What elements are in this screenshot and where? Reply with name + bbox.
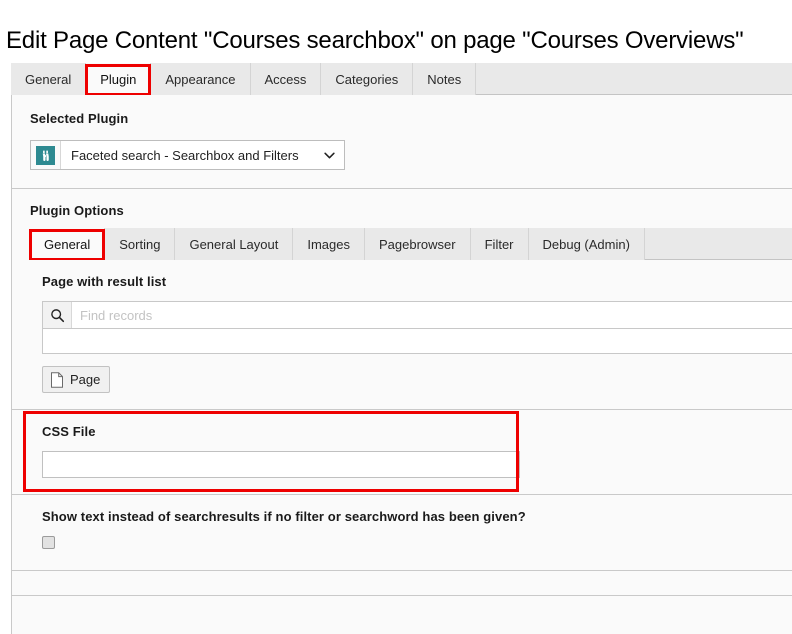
plugin-options-section: Plugin Options General Sorting General Lay… (12, 189, 792, 596)
tab-label: Pagebrowser (379, 237, 456, 252)
selected-plugin-label: Selected Plugin (30, 111, 792, 126)
plugin-tab-general[interactable]: General (30, 228, 105, 260)
plugin-tab-images[interactable]: Images (293, 228, 365, 260)
plugin-select-value: Faceted search - Searchbox and Filters (71, 148, 299, 163)
tab-notes[interactable]: Notes (413, 63, 476, 95)
main-tabbar: General Plugin Appearance Access Categories N… (11, 63, 792, 95)
selected-plugin-select[interactable]: Faceted search - Searchbox and Filters (30, 140, 345, 170)
tab-label: Filter (485, 237, 514, 252)
css-file-row: CSS File (12, 410, 792, 495)
plugin-tab-general-layout[interactable]: General Layout (175, 228, 293, 260)
add-page-button-label: Page (70, 372, 100, 387)
plugin-tab-sorting[interactable]: Sorting (105, 228, 175, 260)
selected-records-box[interactable] (42, 329, 792, 354)
next-option-row (12, 571, 792, 596)
tab-label: General (25, 72, 71, 87)
css-file-input[interactable] (42, 451, 520, 478)
binoculars-icon (36, 146, 55, 165)
tab-label: Appearance (165, 72, 235, 87)
chevron-down-icon (324, 152, 335, 159)
page-document-icon (50, 372, 64, 388)
record-search-row (42, 301, 792, 329)
tab-general[interactable]: General (11, 63, 86, 95)
page-with-result-list-row: Page with result list (12, 260, 792, 410)
plugin-tab-debug-admin[interactable]: Debug (Admin) (529, 228, 645, 260)
plugin-options-label: Plugin Options (12, 203, 792, 218)
search-icon[interactable] (43, 302, 72, 328)
tab-access[interactable]: Access (251, 63, 322, 95)
plugin-options-tabbar: General Sorting General Layout Images Pagebr… (30, 228, 792, 260)
css-file-label: CSS File (42, 424, 792, 439)
plugin-select-value-area[interactable]: Faceted search - Searchbox and Filters (61, 141, 344, 169)
show-text-option-label: Show text instead of searchresults if no… (42, 509, 792, 524)
tab-appearance[interactable]: Appearance (151, 63, 250, 95)
add-page-button[interactable]: Page (42, 366, 110, 393)
selected-plugin-section: Selected Plugin Faceted search - Searchb… (12, 95, 792, 189)
page-title: Edit Page Content "Courses searchbox" on… (6, 27, 743, 55)
tab-label: General (44, 237, 90, 252)
show-text-option-checkbox[interactable] (42, 536, 55, 549)
tab-plugin[interactable]: Plugin (86, 63, 151, 95)
plugin-panel: Selected Plugin Faceted search - Searchb… (11, 95, 792, 634)
plugin-tab-pagebrowser[interactable]: Pagebrowser (365, 228, 471, 260)
tab-categories[interactable]: Categories (321, 63, 413, 95)
plugin-tab-filter[interactable]: Filter (471, 228, 529, 260)
tab-label: Plugin (100, 72, 136, 87)
plugin-icon-cell (31, 141, 61, 169)
tab-label: Categories (335, 72, 398, 87)
tab-label: General Layout (189, 237, 278, 252)
tab-label: Notes (427, 72, 461, 87)
show-text-option-row: Show text instead of searchresults if no… (12, 495, 792, 571)
tab-label: Debug (Admin) (543, 237, 630, 252)
page-with-result-list-label: Page with result list (42, 274, 792, 289)
find-records-input[interactable] (72, 302, 792, 328)
tab-label: Sorting (119, 237, 160, 252)
edit-page-content-screen: Edit Page Content "Courses searchbox" on… (0, 0, 792, 634)
tab-label: Access (265, 72, 307, 87)
tab-label: Images (307, 237, 350, 252)
